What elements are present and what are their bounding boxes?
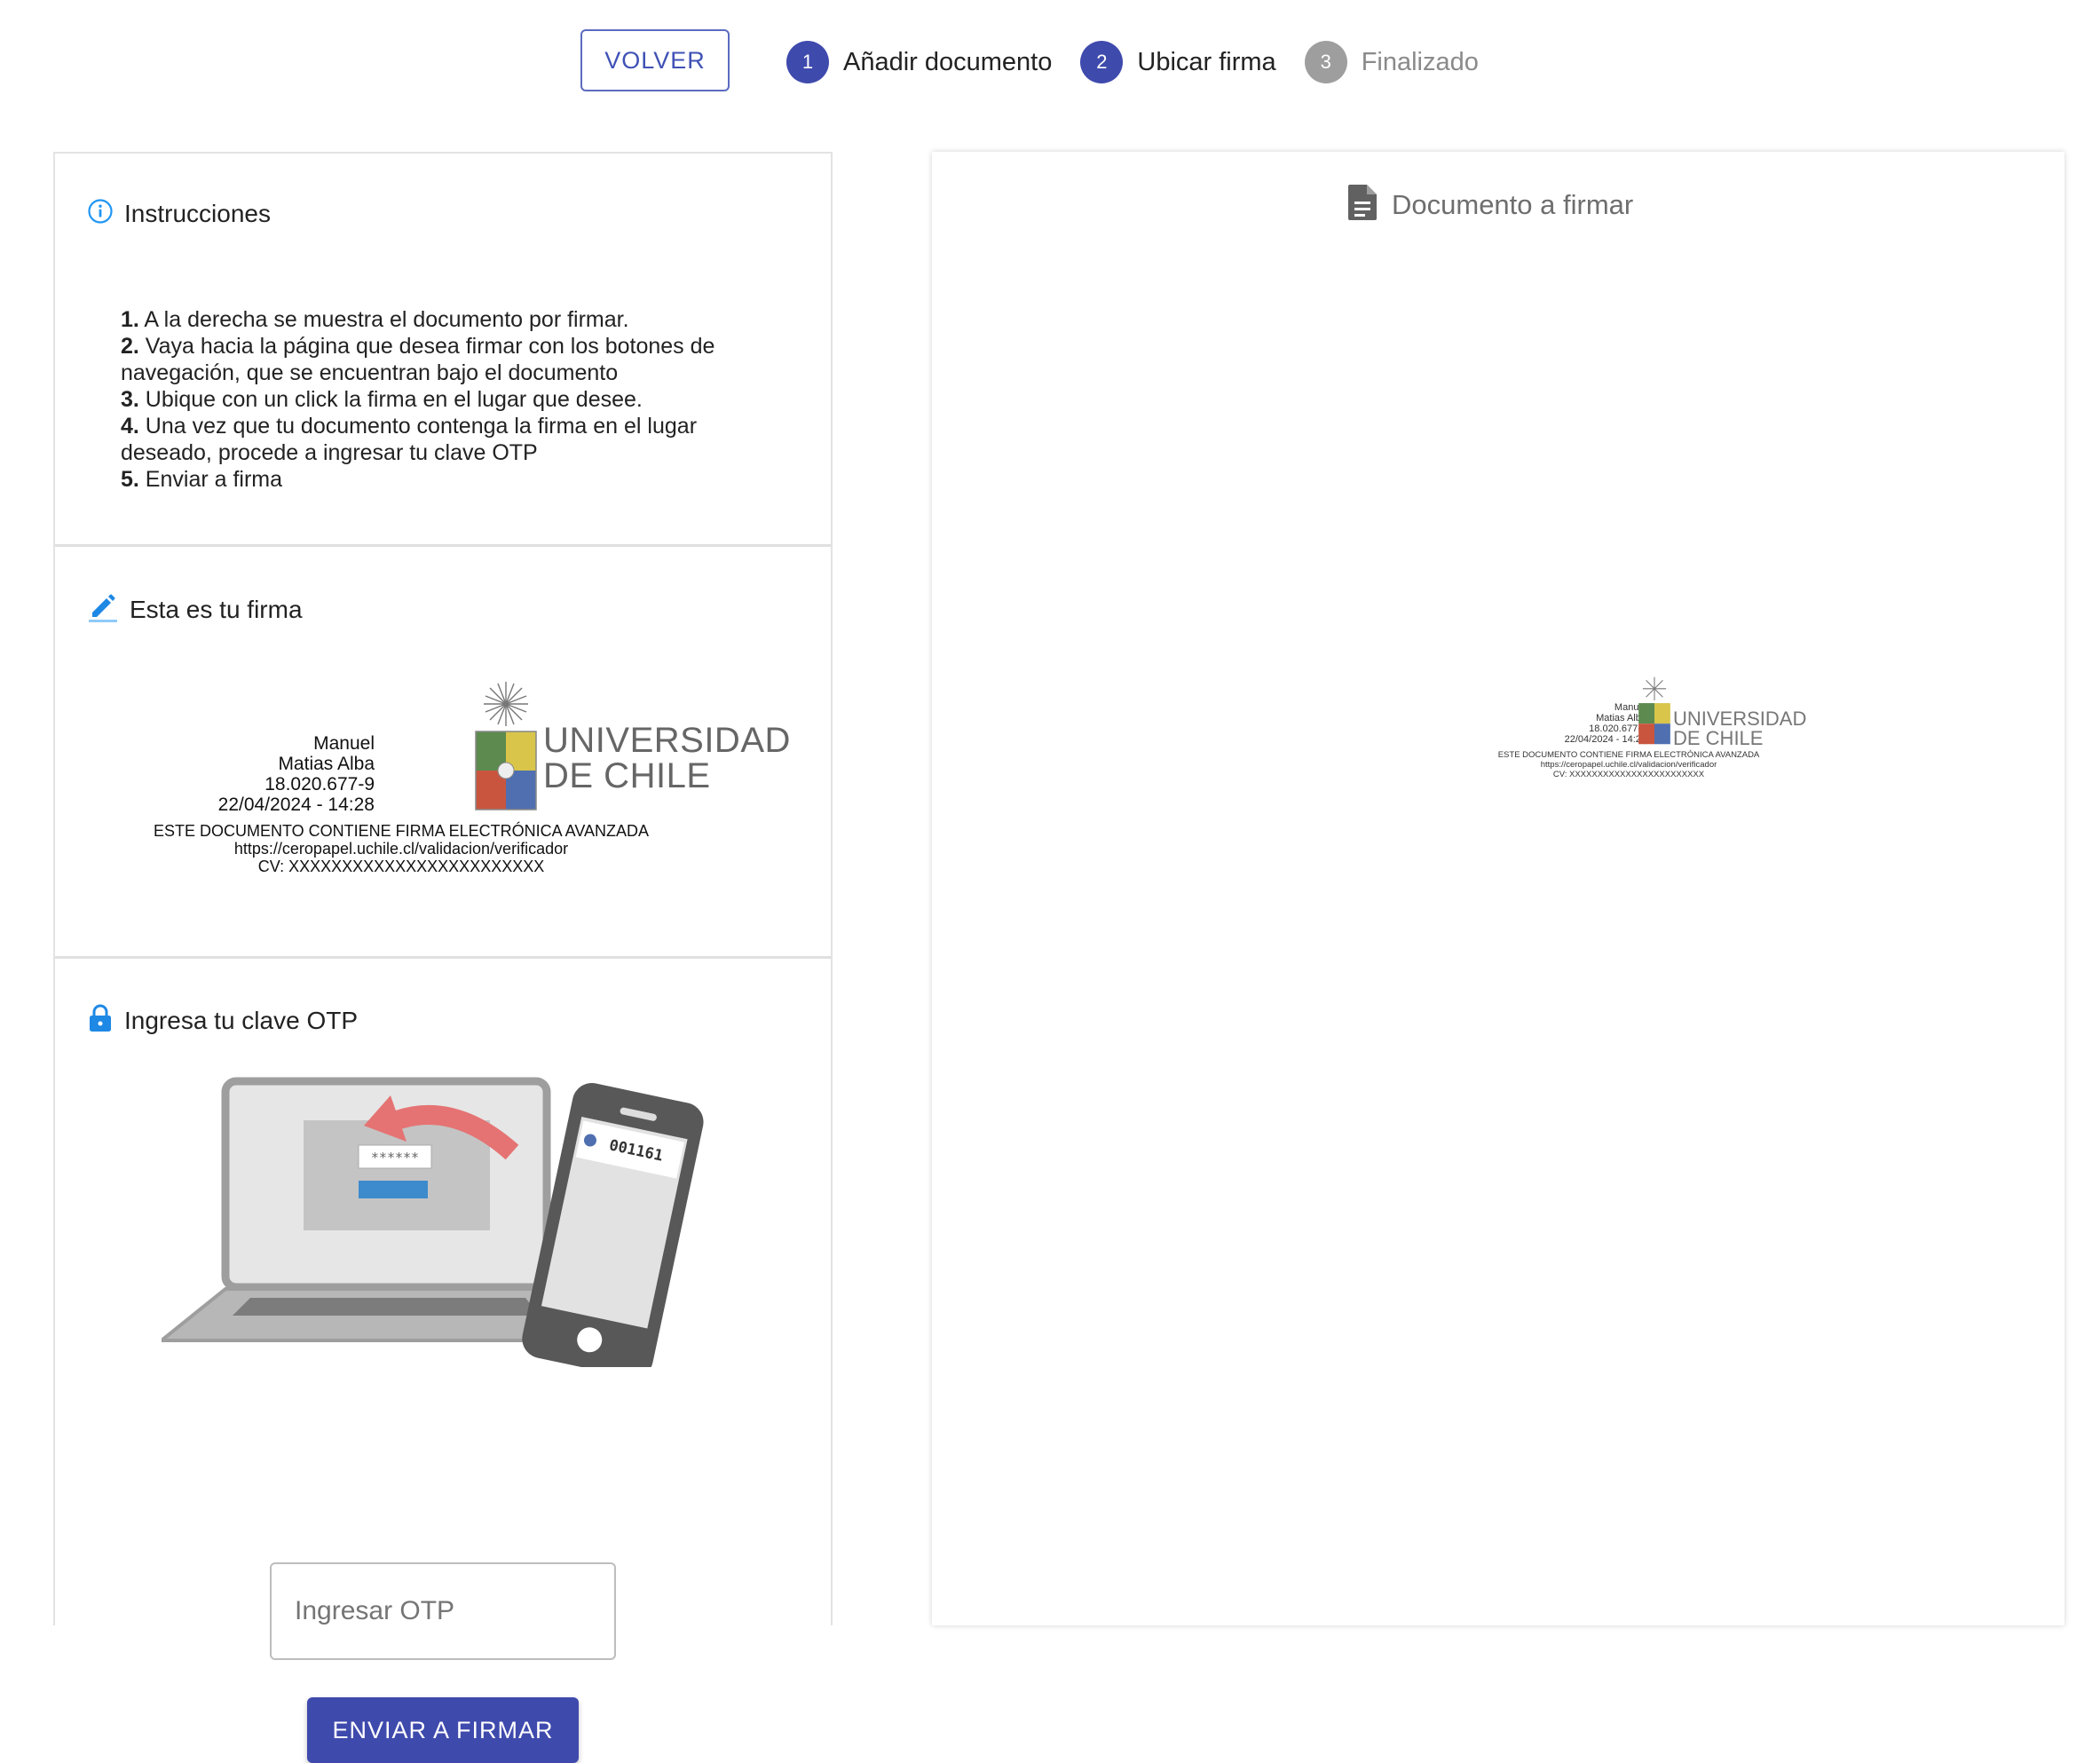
step-add-document: 1 Añadir documento — [786, 41, 1052, 83]
signer-details: Manuel Matias Alba 18.020.677-9 22/04/20… — [218, 733, 375, 815]
placed-signature-notice: ESTE DOCUMENTO CONTIENE FIRMA ELECTRÓNIC… — [1497, 750, 1760, 760]
placed-verification-code: CV: XXXXXXXXXXXXXXXXXXXXXXXX — [1552, 770, 1705, 779]
instruction-item: 5. Enviar a firma — [121, 467, 283, 492]
signature-notice: ESTE DOCUMENTO CONTIENE FIRMA ELECTRÓNIC… — [153, 822, 650, 840]
document-title: Documento a firmar — [1392, 188, 1634, 220]
document-header: Documento a firmar — [1347, 184, 1633, 225]
otp-title: Ingresa tu clave OTP — [124, 1006, 359, 1034]
placed-signer-details: Manuel Matias Alba 18.020.677-9 22/04/20… — [1565, 702, 1646, 745]
placed-signer-rut: 18.020.677-9 — [1589, 723, 1646, 734]
step-number: 1 — [786, 41, 829, 83]
placed-signature-date: 22/04/2024 - 14:28 — [1564, 734, 1646, 745]
back-button[interactable]: VOLVER — [580, 29, 730, 91]
document-icon — [1347, 184, 1378, 225]
verification-url: https://ceropapel.uchile.cl/validacion/v… — [233, 840, 569, 858]
placed-verification-url: https://ceropapel.uchile.cl/validacion/v… — [1540, 760, 1717, 770]
signature-header: Esta es tu firma — [87, 591, 303, 628]
signer-rut: 18.020.677-9 — [264, 774, 375, 795]
stepper: 1 Añadir documento 2 Ubicar firma 3 Fina… — [786, 40, 1507, 84]
send-to-sign-button[interactable]: ENVIAR A FIRMAR — [307, 1697, 579, 1763]
step-label: Añadir documento — [843, 47, 1053, 76]
placed-university-name: UNIVERSIDAD DE CHILE — [1673, 709, 1806, 748]
signature-preview: Manuel Matias Alba 18.020.677-9 22/04/20… — [153, 644, 792, 875]
instructions-card: Instrucciones 1. A la derecha se muestra… — [55, 154, 831, 547]
lock-icon — [87, 1003, 114, 1038]
pencil-icon — [87, 591, 119, 628]
document-panel: Documento a firmar Manuel Matias Alba 18… — [932, 152, 2064, 1625]
instruction-item: 1. A la derecha se muestra el documento … — [121, 307, 629, 332]
step-number: 2 — [1080, 41, 1124, 83]
placed-signer-first-name: Manuel — [1614, 702, 1646, 713]
university-name-line1: UNIVERSIDAD — [543, 721, 791, 760]
otp-card: Ingresa tu clave OTP ****** 001161 Ingre… — [55, 959, 831, 1763]
placed-university-name-line2: DE CHILE — [1673, 727, 1764, 749]
step-label: Finalizado — [1361, 47, 1479, 76]
step-label: Ubicar firma — [1137, 47, 1276, 76]
instructions-title: Instrucciones — [124, 199, 271, 227]
step-place-signature: 2 Ubicar firma — [1080, 41, 1276, 83]
instruction-item: 4. Una vez que tu documento contenga la … — [121, 414, 698, 465]
placed-signature[interactable]: Manuel Matias Alba 18.020.677-9 22/04/20… — [1487, 676, 1824, 791]
signer-last-name: Matias Alba — [278, 754, 375, 774]
university-name: UNIVERSIDAD DE CHILE — [543, 723, 791, 794]
instructions-list: 1. A la derecha se muestra el documento … — [121, 306, 778, 493]
instruction-item: 2. Vaya hacia la página que desea firmar… — [121, 334, 715, 385]
placed-signer-last-name: Matias Alba — [1596, 713, 1646, 723]
instruction-item: 3. Ubique con un click la firma en el lu… — [121, 387, 643, 412]
left-panel: Instrucciones 1. A la derecha se muestra… — [53, 152, 833, 1763]
otp-input[interactable] — [270, 1562, 616, 1660]
university-seal-icon — [470, 680, 541, 818]
placed-university-seal-icon — [1636, 676, 1673, 751]
step-number: 3 — [1304, 41, 1347, 83]
info-icon — [87, 198, 114, 229]
masked-otp-text: ****** — [371, 1150, 419, 1166]
otp-illustration: ****** 001161 — [156, 1074, 730, 1379]
signer-first-name: Manuel — [313, 733, 375, 754]
step-finished: 3 Finalizado — [1304, 41, 1479, 83]
signature-footer: ESTE DOCUMENTO CONTIENE FIRMA ELECTRÓNIC… — [153, 822, 650, 875]
instructions-header: Instrucciones — [87, 198, 271, 229]
placed-university-name-line1: UNIVERSIDAD — [1673, 708, 1807, 730]
placed-signature-footer: ESTE DOCUMENTO CONTIENE FIRMA ELECTRÓNIC… — [1487, 750, 1771, 779]
verification-code: CV: XXXXXXXXXXXXXXXXXXXXXXXX — [257, 858, 545, 875]
signature-card: Esta es tu firma Manuel Matias Alba 18.0… — [55, 547, 831, 959]
signature-title: Esta es tu firma — [130, 595, 303, 623]
otp-header: Ingresa tu clave OTP — [87, 1003, 358, 1038]
signature-date: 22/04/2024 - 14:28 — [217, 795, 375, 815]
university-name-line2: DE CHILE — [543, 756, 711, 795]
